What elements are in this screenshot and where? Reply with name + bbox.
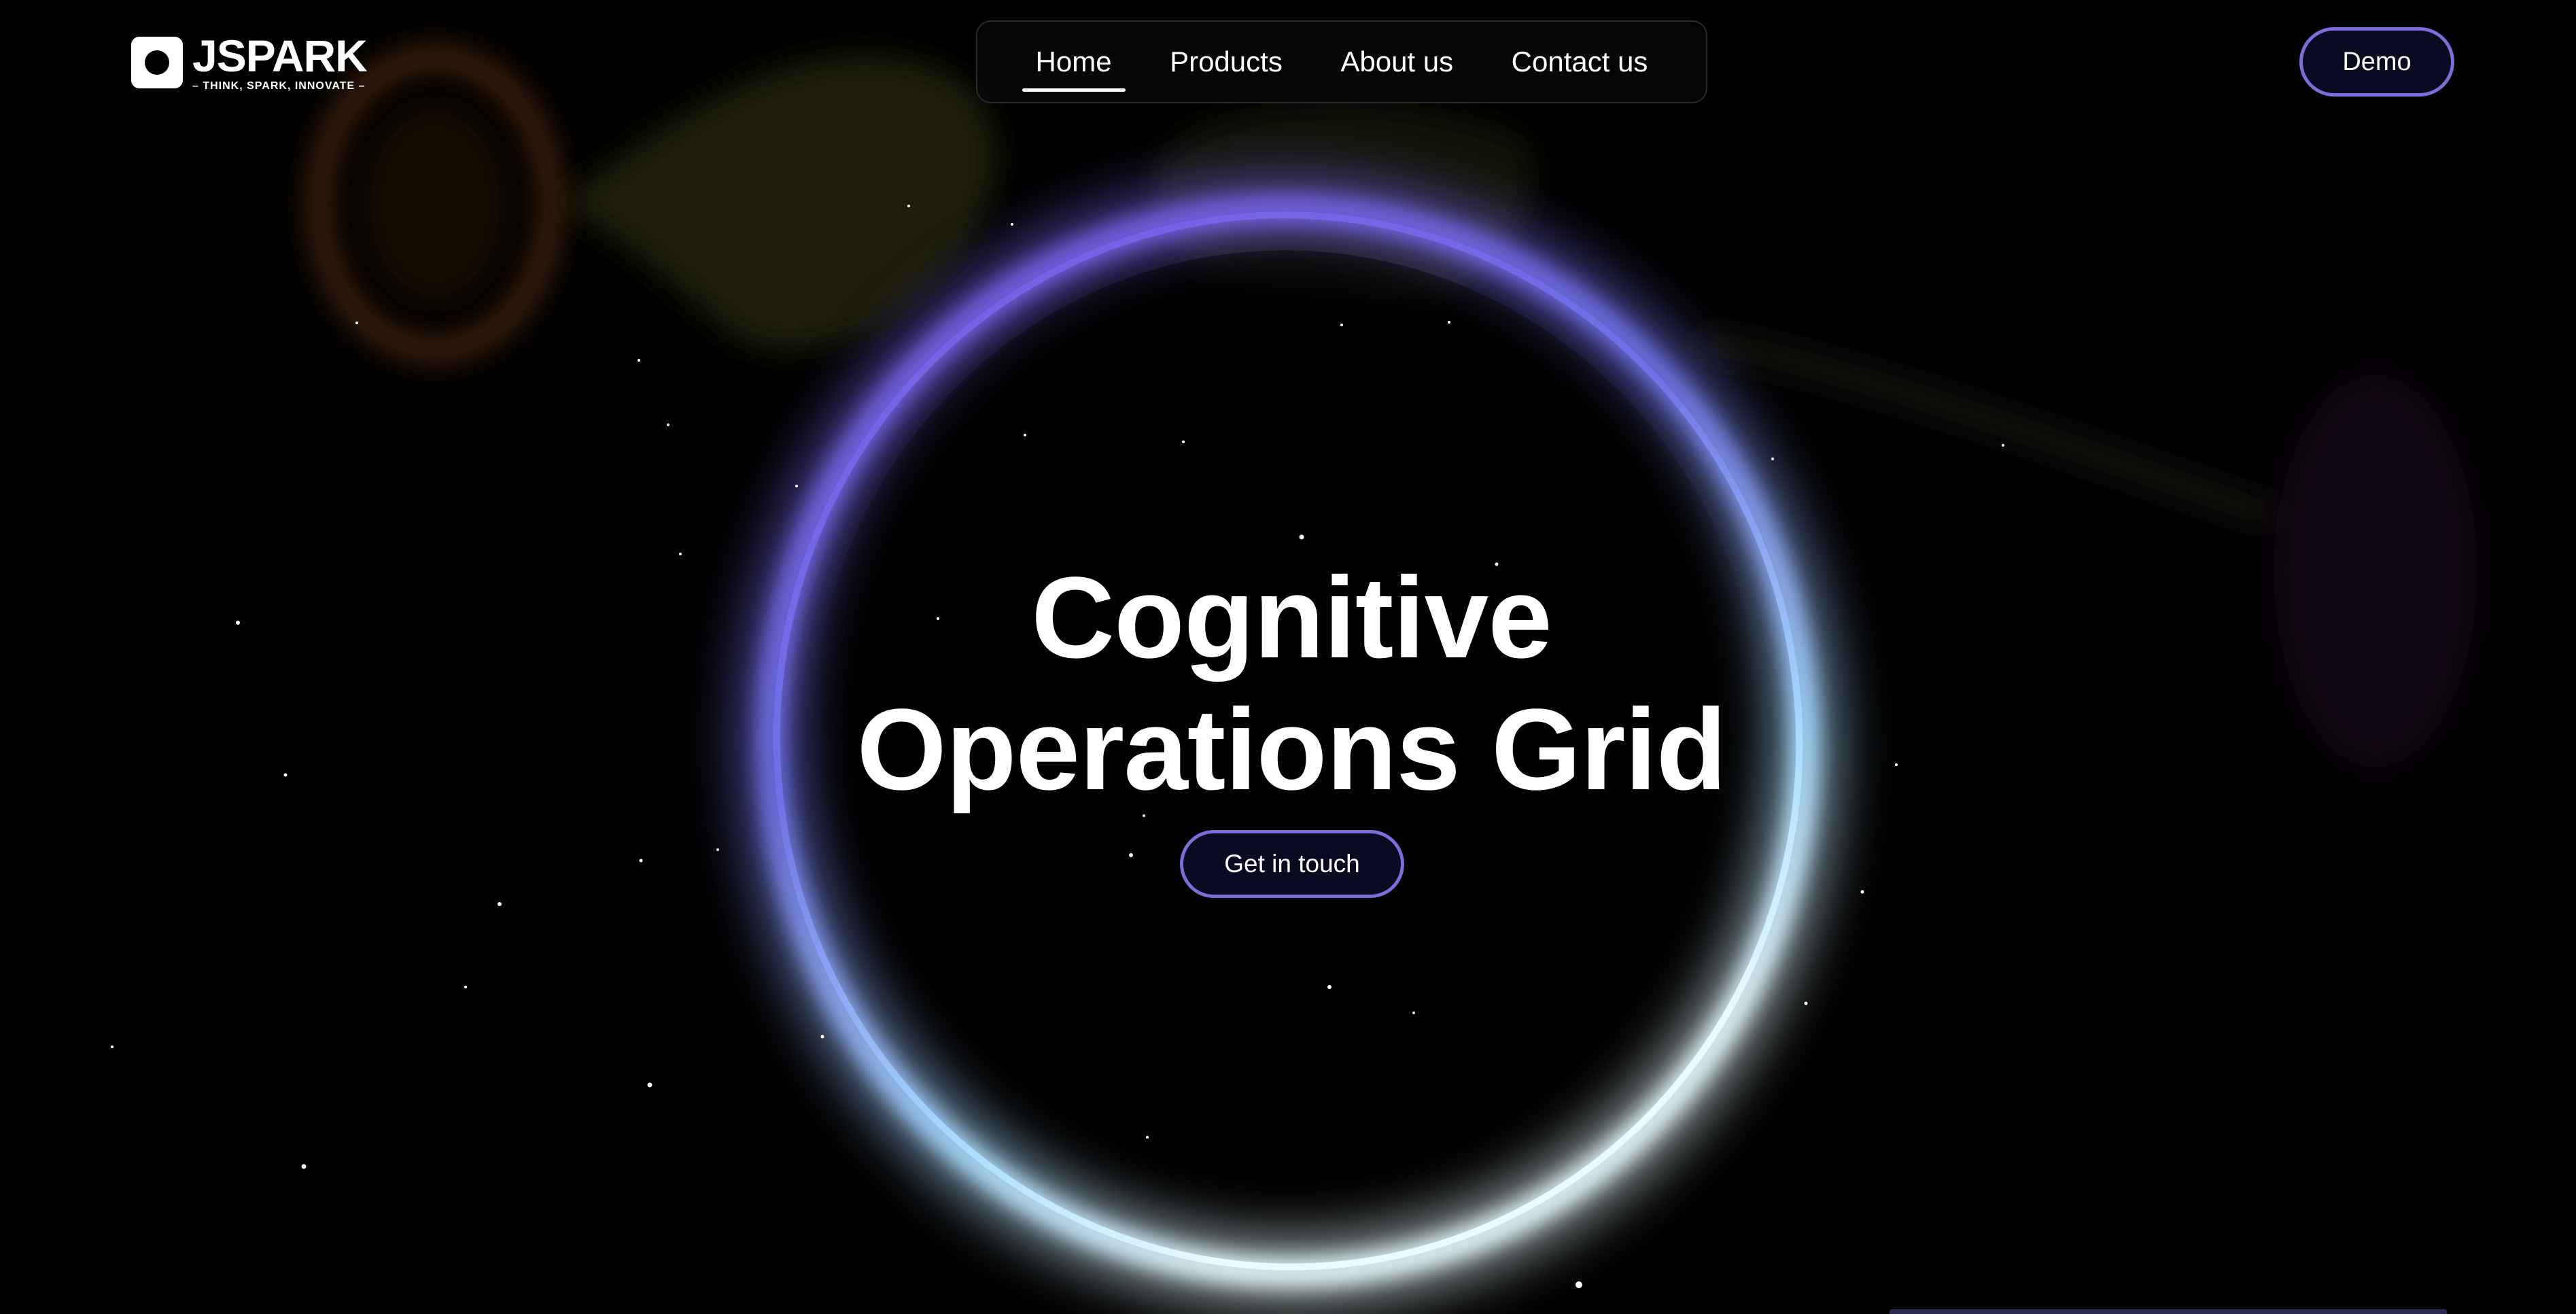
bottom-panel-edge — [1890, 1309, 2447, 1314]
get-in-touch-button[interactable]: Get in touch — [1180, 830, 1404, 898]
brand-logo[interactable]: JSPARK – THINK, SPARK, INNOVATE – — [131, 30, 384, 95]
nav-item-products[interactable]: Products — [1156, 39, 1296, 85]
hero-title: Cognitive Operations Grid — [748, 552, 1835, 816]
logo-name: JSPARK — [192, 31, 368, 81]
nav-item-contact-us[interactable]: Contact us — [1498, 39, 1662, 85]
main-nav: Home Products About us Contact us — [976, 20, 1707, 103]
logo-mark-icon — [131, 37, 183, 88]
nav-item-home[interactable]: Home — [1022, 39, 1126, 92]
demo-button[interactable]: Demo — [2299, 27, 2454, 97]
page: JSPARK – THINK, SPARK, INNOVATE – Home P… — [0, 0, 2576, 1314]
hero-title-line-2: Operations Grid — [856, 685, 1726, 814]
smoke-wisp-orange — [311, 49, 559, 359]
smoke-wisp-purple — [2274, 374, 2477, 768]
logo-text: JSPARK – THINK, SPARK, INNOVATE – — [192, 31, 368, 92]
nav-item-about-us[interactable]: About us — [1327, 39, 1467, 85]
hero-title-line-1: Cognitive — [1031, 553, 1552, 682]
logo-tagline: – THINK, SPARK, INNOVATE – — [192, 80, 366, 92]
